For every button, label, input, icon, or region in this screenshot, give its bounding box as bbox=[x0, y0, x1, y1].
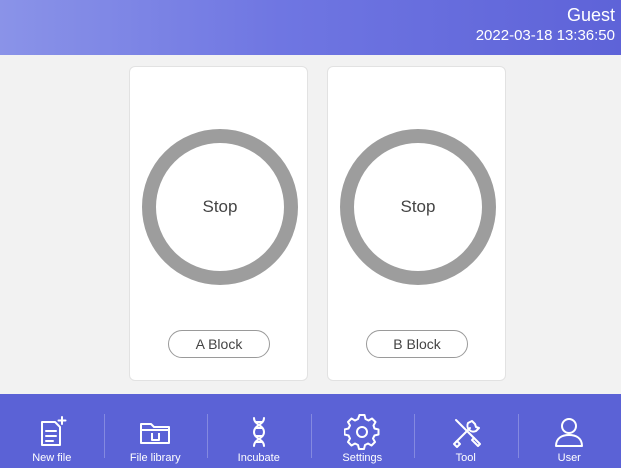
header-bar: Guest 2022-03-18 13:36:50 bbox=[0, 0, 621, 55]
user-icon bbox=[551, 414, 587, 450]
block-a-status-ring[interactable]: Stop bbox=[142, 129, 298, 285]
new-file-icon bbox=[34, 414, 70, 450]
nav-tool[interactable]: Tool bbox=[414, 394, 518, 468]
nav-file-library[interactable]: File library bbox=[103, 394, 208, 468]
nav-tool-label: Tool bbox=[455, 452, 476, 464]
dna-icon bbox=[241, 414, 277, 450]
nav-incubate[interactable]: Incubate bbox=[207, 394, 311, 468]
block-a-status-text: Stop bbox=[202, 197, 238, 216]
nav-new-file[interactable]: New file bbox=[0, 394, 104, 468]
folder-icon bbox=[137, 414, 173, 450]
nav-user[interactable]: User bbox=[517, 394, 621, 468]
current-user[interactable]: Guest bbox=[567, 5, 615, 25]
block-b-button[interactable]: B Block bbox=[366, 330, 468, 358]
nav-new-file-label: New file bbox=[32, 452, 72, 464]
nav-settings[interactable]: Settings bbox=[310, 394, 415, 468]
tools-icon bbox=[448, 414, 484, 450]
bottom-nav: New file File library Incubate Settings … bbox=[0, 394, 621, 468]
nav-user-label: User bbox=[557, 452, 581, 464]
block-b-status-text: Stop bbox=[400, 197, 436, 216]
nav-incubate-label: Incubate bbox=[237, 452, 280, 464]
gear-icon bbox=[344, 414, 380, 450]
nav-file-library-label: File library bbox=[129, 452, 181, 464]
nav-settings-label: Settings bbox=[342, 452, 383, 464]
block-a-button[interactable]: A Block bbox=[168, 330, 270, 358]
datetime-display: 2022-03-18 13:36:50 bbox=[475, 27, 615, 44]
block-a-card[interactable]: Stop A Block bbox=[129, 66, 308, 381]
block-b-status-ring[interactable]: Stop bbox=[340, 129, 496, 285]
block-b-card[interactable]: Stop B Block bbox=[327, 66, 506, 381]
